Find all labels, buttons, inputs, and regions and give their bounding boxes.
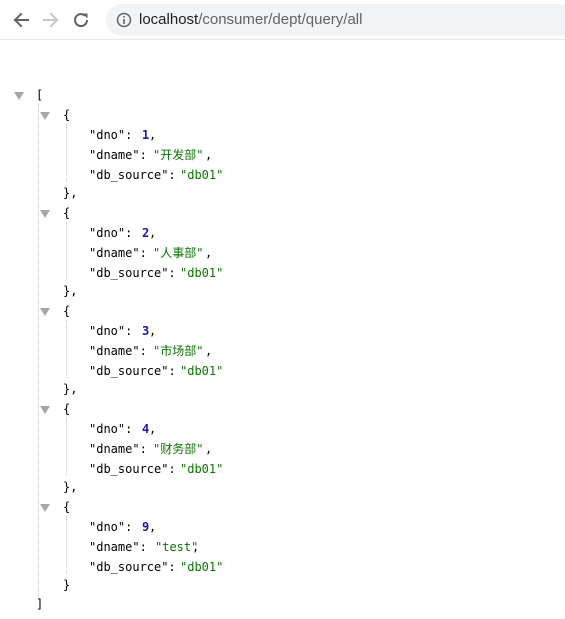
url-text[interactable]: localhost/consumer/dept/query/all xyxy=(139,4,362,36)
comma: , xyxy=(149,422,157,436)
key-dno: "dno": xyxy=(89,128,133,142)
forward-button[interactable] xyxy=(40,9,62,31)
comma: , xyxy=(149,128,157,142)
object-close-brace: }, xyxy=(63,284,78,298)
object-indent-guide xyxy=(66,516,67,574)
comma: , xyxy=(205,148,213,162)
key-dno: "dno": xyxy=(89,422,133,436)
reload-icon xyxy=(74,13,89,28)
key-dname: "dname": xyxy=(89,344,147,358)
value-db-source: "db01" xyxy=(180,168,224,182)
address-bar[interactable]: localhost/consumer/dept/query/all xyxy=(106,4,565,36)
collapse-toggle-item-3[interactable] xyxy=(40,308,50,316)
key-dname: "dname": xyxy=(89,148,147,162)
key-dno: "dno": xyxy=(89,324,133,338)
comma: , xyxy=(149,324,157,338)
browser-toolbar: localhost/consumer/dept/query/all xyxy=(0,0,565,40)
value-db-source: "db01" xyxy=(180,560,224,574)
object-indent-guide xyxy=(66,418,67,476)
object-open-brace: { xyxy=(63,304,71,318)
root-open-bracket: [ xyxy=(36,88,44,102)
object-indent-guide xyxy=(66,222,67,280)
object-close-brace: } xyxy=(63,578,71,592)
key-dname: "dname": xyxy=(89,442,147,456)
json-viewer: [ ] { "dno": 1 , "dname": "开发部" , "db_so… xyxy=(0,40,565,619)
object-close-brace: }, xyxy=(63,382,78,396)
key-dname: "dname": xyxy=(89,246,147,260)
value-db-source: "db01" xyxy=(180,364,224,378)
object-open-brace: { xyxy=(63,500,71,514)
comma: , xyxy=(205,246,213,260)
key-db-source: "db_source": xyxy=(89,462,176,476)
key-db-source: "db_source": xyxy=(89,560,176,574)
url-host: localhost xyxy=(139,11,199,28)
object-open-brace: { xyxy=(63,206,71,220)
object-indent-guide xyxy=(66,320,67,378)
collapse-toggle-item-4[interactable] xyxy=(40,406,50,414)
value-dname: "人事部" xyxy=(153,246,204,260)
key-db-source: "db_source": xyxy=(89,168,176,182)
object-close-brace: }, xyxy=(63,480,78,494)
collapse-toggle-item-1[interactable] xyxy=(40,112,50,120)
key-db-source: "db_source": xyxy=(89,266,176,280)
value-dname: "开发部" xyxy=(153,148,204,162)
arrow-right-icon xyxy=(43,12,59,28)
object-close-brace: }, xyxy=(63,186,78,200)
back-button[interactable] xyxy=(10,9,32,31)
comma: , xyxy=(149,520,157,534)
object-indent-guide xyxy=(66,124,67,182)
comma: , xyxy=(205,344,213,358)
root-close-bracket: ] xyxy=(36,597,44,611)
value-dname: "财务部" xyxy=(153,442,204,456)
comma: , xyxy=(192,540,200,554)
key-dno: "dno": xyxy=(89,520,133,534)
key-dno: "dno": xyxy=(89,226,133,240)
value-db-source: "db01" xyxy=(180,266,224,280)
root-indent-guide xyxy=(38,104,39,596)
url-path: /consumer/dept/query/all xyxy=(198,11,363,28)
reload-button[interactable] xyxy=(70,9,92,31)
collapse-toggle-root[interactable] xyxy=(14,92,24,100)
object-open-brace: { xyxy=(63,402,71,416)
info-circle-icon[interactable] xyxy=(116,12,132,28)
value-dname: "市场部" xyxy=(153,344,204,358)
object-open-brace: { xyxy=(63,108,71,122)
collapse-toggle-item-2[interactable] xyxy=(40,210,50,218)
value-db-source: "db01" xyxy=(180,462,224,476)
arrow-left-icon xyxy=(13,12,29,28)
comma: , xyxy=(205,442,213,456)
collapse-toggle-item-5[interactable] xyxy=(40,504,50,512)
key-db-source: "db_source": xyxy=(89,364,176,378)
key-dname: "dname": xyxy=(89,540,147,554)
comma: , xyxy=(149,226,157,240)
